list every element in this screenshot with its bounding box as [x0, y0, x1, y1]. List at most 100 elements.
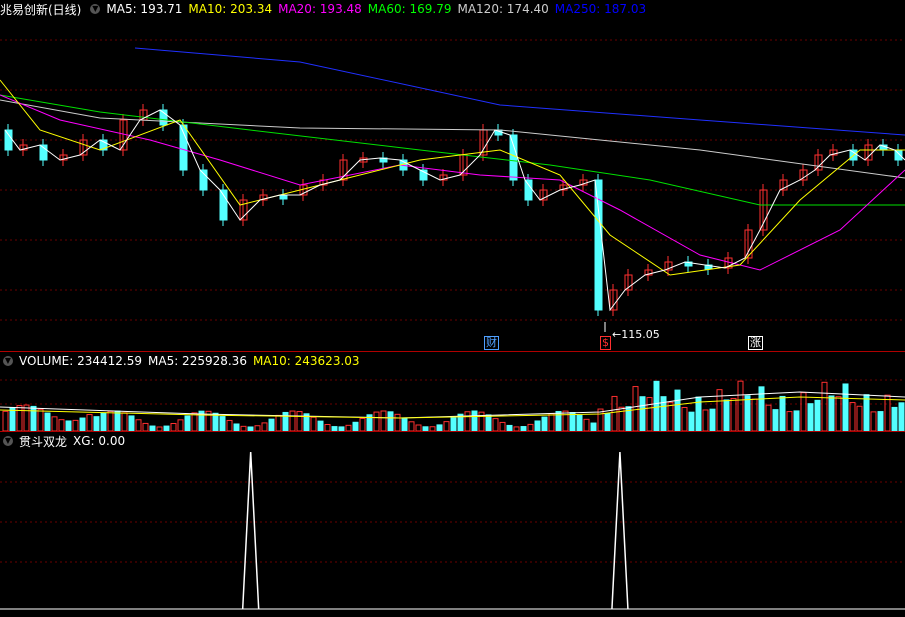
- volume-bar: [646, 397, 653, 431]
- indicator-label: VOLUME: 234412.59: [19, 354, 142, 368]
- volume-panel[interactable]: ▼ VOLUME: 234412.59 MA5: 225928.36 MA10: 2…: [0, 352, 905, 431]
- volume-bar: [856, 405, 863, 431]
- volume-bar: [499, 421, 506, 431]
- volume-bar: [548, 413, 555, 431]
- collapse-icon[interactable]: ▼: [3, 436, 13, 446]
- volume-bar: [128, 415, 135, 431]
- volume-bar: [184, 415, 191, 431]
- volume-bar: [765, 404, 772, 431]
- volume-bar: [177, 419, 184, 431]
- xg-value: XG: 0.00: [73, 434, 126, 448]
- volume-bar: [478, 411, 485, 431]
- volume-bar: [450, 417, 457, 431]
- volume-bar: [121, 412, 128, 431]
- volume-bar: [275, 414, 282, 431]
- volume-bar: [58, 419, 65, 431]
- volume-bar: [233, 423, 240, 431]
- event-marker[interactable]: $: [600, 336, 611, 350]
- volume-bar: [709, 408, 716, 431]
- volume-bar: [702, 409, 709, 431]
- volume-bar: [359, 417, 366, 431]
- signal-chart[interactable]: [0, 432, 905, 617]
- volume-bar: [800, 392, 807, 431]
- volume-indicators: VOLUME: 234412.59 MA5: 225928.36 MA10: 243…: [19, 354, 366, 368]
- volume-bar: [639, 396, 646, 431]
- volume-bar: [394, 413, 401, 431]
- volume-bar: [849, 402, 856, 431]
- volume-bar: [380, 410, 387, 431]
- indicator-label: MA10: 203.34: [188, 2, 273, 16]
- candle: [524, 179, 533, 201]
- signal-peak: [611, 451, 629, 610]
- volume-bar: [576, 415, 583, 431]
- price-panel[interactable]: 兆易创新(日线) ▼ MA5: 193.71 MA10: 203.34 MA20: …: [0, 0, 905, 351]
- volume-bar: [9, 407, 16, 431]
- indicator-label: MA120: 174.40: [457, 2, 549, 16]
- ma60-line: [0, 94, 905, 206]
- volume-bar: [863, 394, 870, 431]
- volume-bar: [471, 410, 478, 431]
- candle: [279, 194, 288, 200]
- volume-bar: [114, 410, 121, 431]
- volume-bar: [268, 418, 275, 431]
- volume-header: ▼ VOLUME: 234412.59 MA5: 225928.36 MA10: 2…: [0, 352, 372, 370]
- volume-bar: [135, 419, 142, 431]
- event-marker[interactable]: 涨: [748, 336, 763, 350]
- indicator-label: MA20: 193.48: [278, 2, 362, 16]
- volume-bar: [534, 420, 541, 431]
- indicator-label: MA5: 225928.36: [148, 354, 247, 368]
- volume-bar: [44, 412, 51, 431]
- signal-header: ▼ 贯斗双龙 XG: 0.00: [0, 432, 131, 450]
- volume-bar: [793, 410, 800, 431]
- volume-bar: [772, 409, 779, 431]
- signal-peak: [241, 451, 260, 610]
- volume-bar: [723, 399, 730, 431]
- stock-title: 兆易创新(日线): [0, 2, 82, 17]
- volume-bar: [786, 411, 793, 431]
- indicator-label: MA10: 243623.03: [252, 354, 360, 368]
- volume-bar: [401, 417, 408, 431]
- volume-bar: [590, 422, 597, 431]
- volume-bar: [23, 404, 30, 431]
- volume-bar: [492, 418, 499, 431]
- volume-bar: [821, 381, 828, 431]
- volume-bar: [877, 411, 884, 431]
- price-header: 兆易创新(日线) ▼ MA5: 193.71 MA10: 203.34 MA20: …: [0, 0, 658, 18]
- volume-bar: [541, 416, 548, 431]
- volume-bar: [16, 405, 23, 431]
- volume-bar: [611, 395, 618, 431]
- volume-bar: [653, 380, 660, 431]
- volume-bar: [527, 423, 534, 431]
- volume-bar: [835, 396, 842, 431]
- volume-bar: [562, 410, 569, 431]
- volume-bar: [779, 395, 786, 431]
- candlestick-chart[interactable]: [0, 0, 905, 351]
- collapse-icon[interactable]: ▼: [3, 356, 13, 366]
- ma120-line: [0, 99, 905, 179]
- collapse-icon[interactable]: ▼: [90, 4, 101, 14]
- indicator-name: 贯斗双龙: [19, 434, 68, 449]
- event-marker[interactable]: 财: [484, 336, 499, 350]
- candle: [4, 129, 13, 151]
- volume-bar: [443, 421, 450, 431]
- volume-bar: [464, 411, 471, 431]
- volume-bar: [72, 419, 79, 431]
- volume-bar: [583, 418, 590, 431]
- volume-ma10: [0, 396, 905, 419]
- volume-bar: [51, 416, 58, 431]
- volume-bar: [485, 414, 492, 431]
- volume-bar: [107, 410, 114, 431]
- volume-bar: [191, 412, 198, 431]
- volume-bar: [261, 422, 268, 431]
- volume-bar: [408, 421, 415, 431]
- volume-bar: [2, 410, 9, 431]
- volume-bar: [688, 411, 695, 431]
- signal-panel[interactable]: ▼ 贯斗双龙 XG: 0.00: [0, 432, 905, 617]
- volume-bar: [212, 412, 219, 431]
- volume-bar: [807, 403, 814, 431]
- volume-bar: [674, 389, 681, 431]
- volume-bar: [604, 413, 611, 431]
- volume-bar: [289, 410, 296, 431]
- volume-bar: [219, 416, 226, 431]
- volume-bar: [373, 411, 380, 431]
